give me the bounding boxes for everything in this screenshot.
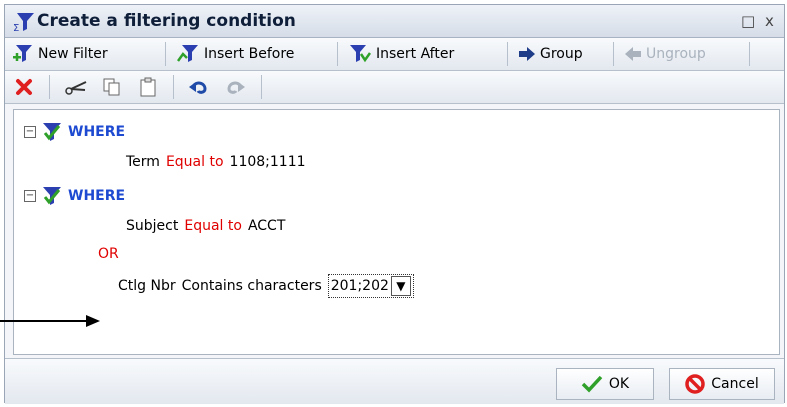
insert-after-icon: [350, 44, 371, 62]
where-keyword[interactable]: WHERE: [68, 188, 125, 204]
insert-before-label: Insert Before: [204, 45, 295, 62]
close-icon[interactable]: x: [765, 12, 774, 30]
copy-icon: [103, 78, 120, 95]
annotation-arrow-head: [86, 315, 100, 327]
filter-check-icon: [43, 187, 61, 205]
where-group-2: − WHERE: [24, 186, 125, 206]
redo-icon: [227, 81, 245, 94]
condition-subject: Subject Equal to ACCT: [126, 218, 285, 234]
toolbar-separator: [749, 42, 750, 66]
condition-value[interactable]: ACCT: [248, 218, 285, 234]
dropdown-arrow-icon[interactable]: ▼: [390, 276, 411, 296]
paste-button[interactable]: [133, 74, 163, 99]
toolbar-separator: [165, 42, 166, 66]
restore-icon[interactable]: □: [741, 12, 755, 30]
condition-value: 201;202: [330, 278, 389, 294]
collapse-icon[interactable]: −: [24, 190, 36, 202]
condition-value[interactable]: 1108;1111: [230, 154, 306, 170]
filter-dialog: Σ Create a filtering condition □ x New F…: [4, 4, 785, 404]
redo-button[interactable]: [221, 74, 251, 99]
condition-tree: − WHERE Term Equal to 1108;1111 − WHERE …: [13, 109, 780, 355]
field-name[interactable]: Term: [126, 154, 160, 170]
ok-label: OK: [608, 376, 630, 392]
cancel-label: Cancel: [711, 376, 759, 392]
window-title: Create a filtering condition: [37, 11, 296, 31]
cancel-button[interactable]: Cancel: [669, 368, 775, 400]
where-group-1: − WHERE: [24, 122, 125, 142]
condition-ctlg-nbr: Ctlg Nbr Contains characters 201;202 ▼: [118, 274, 414, 298]
new-filter-button[interactable]: New Filter: [7, 41, 114, 66]
group-label: Group: [540, 45, 583, 62]
toolbar-separator: [261, 75, 262, 99]
ungroup-button[interactable]: Ungroup: [619, 41, 712, 66]
ok-button[interactable]: OK: [556, 368, 654, 400]
toolbar-edit: [5, 71, 784, 104]
toolbar-separator: [49, 75, 50, 99]
operator[interactable]: Equal to: [184, 218, 242, 234]
new-filter-icon: [13, 44, 32, 62]
field-name[interactable]: Subject: [126, 218, 178, 234]
title-bar: Σ Create a filtering condition □ x: [5, 5, 784, 38]
insert-before-button[interactable]: Insert Before: [171, 41, 300, 66]
ungroup-label: Ungroup: [646, 45, 706, 62]
cut-icon: [65, 80, 87, 95]
svg-text:Σ: Σ: [13, 23, 19, 32]
undo-icon: [189, 81, 207, 94]
where-keyword[interactable]: WHERE: [68, 124, 125, 140]
cancel-icon: [685, 374, 706, 394]
cut-button[interactable]: [59, 74, 93, 99]
condition-term: Term Equal to 1108;1111: [126, 154, 306, 170]
insert-after-label: Insert After: [376, 45, 455, 62]
operator[interactable]: Contains characters: [182, 278, 322, 294]
insert-before-icon: [177, 44, 198, 62]
field-name[interactable]: Ctlg Nbr: [118, 278, 176, 294]
operator[interactable]: Equal to: [166, 154, 224, 170]
collapse-icon[interactable]: −: [24, 126, 36, 138]
value-dropdown[interactable]: 201;202 ▼: [327, 274, 414, 298]
undo-button[interactable]: [183, 74, 213, 99]
or-operator-row: OR: [98, 246, 119, 262]
group-button[interactable]: Group: [513, 41, 589, 66]
dialog-footer: OK Cancel: [5, 358, 784, 404]
new-filter-label: New Filter: [38, 45, 108, 62]
or-keyword[interactable]: OR: [98, 246, 119, 262]
toolbar-separator: [507, 42, 508, 66]
toolbar-separator: [613, 42, 614, 66]
copy-button[interactable]: [97, 74, 127, 99]
delete-icon: [16, 78, 32, 95]
arrow-right-icon: [519, 46, 535, 61]
toolbar-filter: New Filter Insert Before Insert After Gr…: [5, 38, 784, 71]
paste-icon: [140, 77, 156, 96]
filter-check-icon: [43, 123, 61, 141]
arrow-left-icon: [625, 46, 641, 61]
toolbar-separator: [173, 75, 174, 99]
toolbar-separator: [337, 42, 338, 66]
insert-after-button[interactable]: Insert After: [343, 41, 460, 66]
sigma-filter-icon: Σ: [13, 13, 34, 32]
delete-button[interactable]: [9, 74, 39, 99]
annotation-arrow-line: [0, 320, 88, 322]
check-icon: [581, 375, 603, 393]
